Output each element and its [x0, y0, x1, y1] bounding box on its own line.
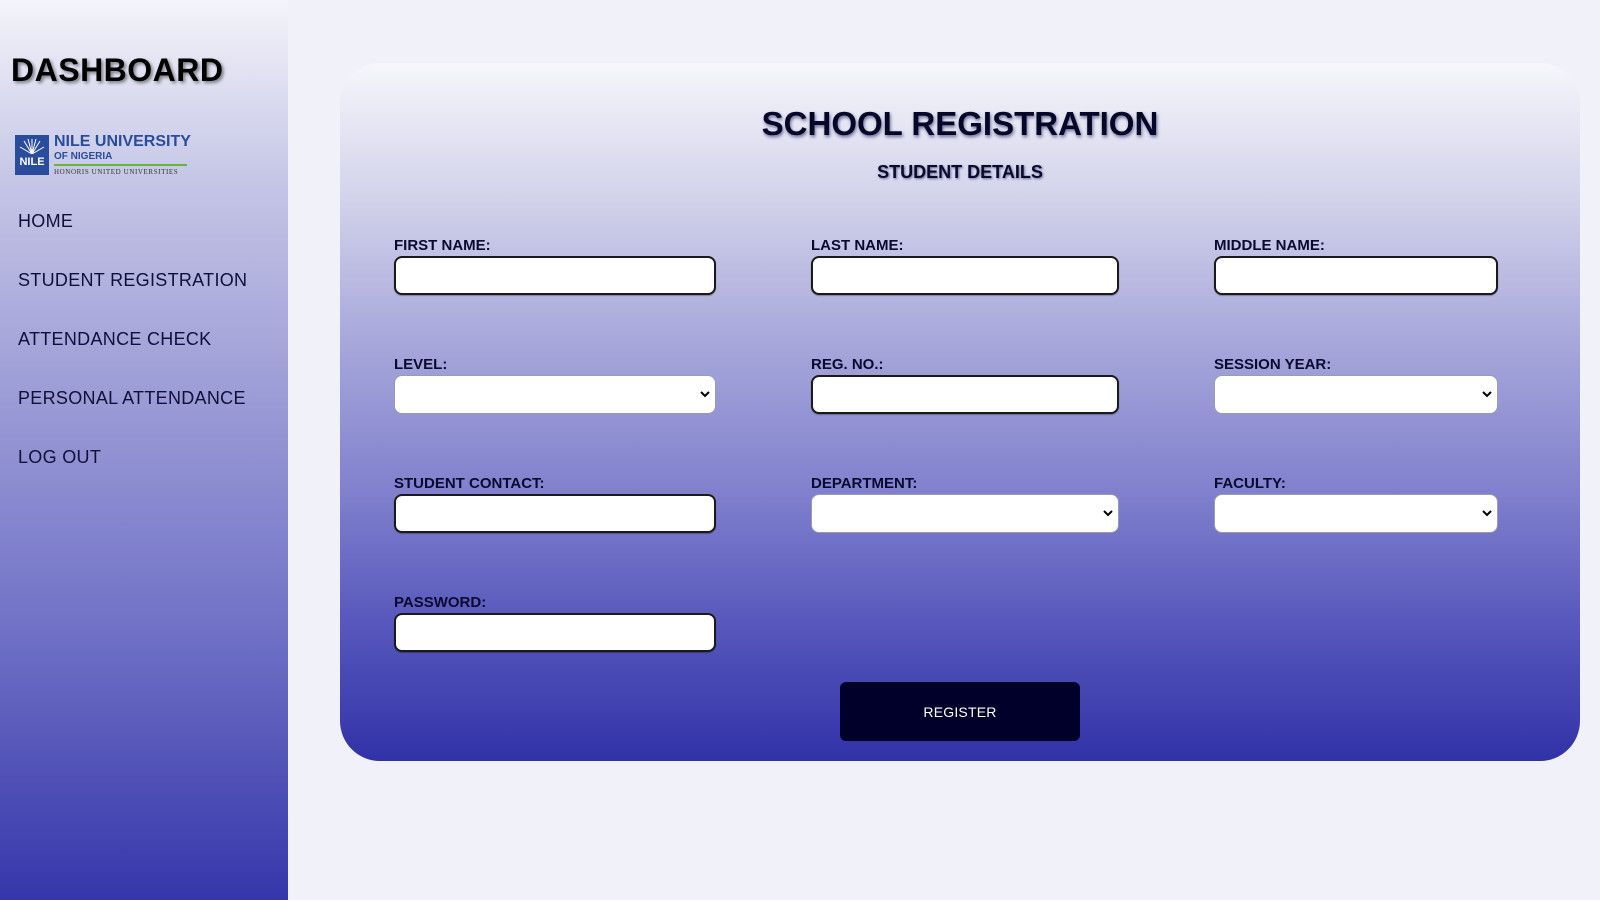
nav-item-log-out[interactable]: LOG OUT: [18, 447, 247, 506]
last-name-field-group: LAST NAME:: [811, 237, 1119, 295]
dashboard-title: DASHBOARD: [11, 52, 224, 88]
level-select[interactable]: [394, 375, 716, 414]
student-contact-input[interactable]: [394, 494, 716, 533]
faculty-label: FACULTY:: [1214, 475, 1286, 492]
password-field-group: PASSWORD:: [394, 594, 716, 652]
nav-item-home[interactable]: HOME: [18, 211, 247, 270]
chevron-down-icon: [700, 391, 710, 398]
logo-country: OF NIGERIA: [54, 151, 113, 162]
sunburst-icon: [19, 138, 45, 154]
first-name-label: FIRST NAME:: [394, 237, 491, 254]
logo-emblem: NILE: [15, 135, 49, 175]
register-button[interactable]: REGISTER: [840, 682, 1080, 741]
sidebar-nav: HOME STUDENT REGISTRATION ATTENDANCE CHE…: [18, 211, 247, 506]
level-field-group: LEVEL:: [394, 356, 716, 414]
student-contact-field-group: STUDENT CONTACT:: [394, 475, 716, 533]
page-title: SCHOOL REGISTRATION: [761, 105, 1159, 142]
chevron-down-icon: [1482, 510, 1492, 517]
reg-no-label: REG. NO.:: [811, 356, 884, 373]
logo-emblem-text: NILE: [19, 156, 45, 168]
password-input[interactable]: [394, 613, 716, 652]
faculty-select[interactable]: [1214, 494, 1498, 533]
reg-no-input[interactable]: [811, 375, 1119, 414]
nile-university-logo: NILE NILE UNIVERSITY OF NIGERIA HONORIS …: [15, 133, 191, 178]
logo-university-name: NILE UNIVERSITY: [54, 133, 191, 150]
last-name-input[interactable]: [811, 256, 1119, 295]
sidebar: DASHBOARD NILE NILE UNIVERSITY OF NIGERI…: [0, 0, 288, 900]
last-name-label: LAST NAME:: [811, 237, 904, 254]
logo-divider: [54, 164, 187, 166]
nav-item-attendance-check[interactable]: ATTENDANCE CHECK: [18, 329, 247, 388]
faculty-field-group: FACULTY:: [1214, 475, 1498, 533]
middle-name-label: MIDDLE NAME:: [1214, 237, 1325, 254]
nav-item-personal-attendance[interactable]: PERSONAL ATTENDANCE: [18, 388, 247, 447]
student-contact-label: STUDENT CONTACT:: [394, 475, 545, 492]
department-label: DEPARTMENT:: [811, 475, 918, 492]
nav-item-student-registration[interactable]: STUDENT REGISTRATION: [18, 270, 247, 329]
session-year-label: SESSION YEAR:: [1214, 356, 1332, 373]
logo-motto: HONORIS UNITED UNIVERSITIES: [54, 168, 179, 176]
chevron-down-icon: [1103, 510, 1113, 517]
section-subtitle: STUDENT DETAILS: [877, 162, 1043, 182]
department-select[interactable]: [811, 494, 1119, 533]
session-year-select[interactable]: [1214, 375, 1498, 414]
password-label: PASSWORD:: [394, 594, 487, 611]
session-year-field-group: SESSION YEAR:: [1214, 356, 1498, 414]
chevron-down-icon: [1482, 391, 1492, 398]
registration-card: SCHOOL REGISTRATION STUDENT DETAILS FIRS…: [340, 63, 1580, 761]
first-name-input[interactable]: [394, 256, 716, 295]
first-name-field-group: FIRST NAME:: [394, 237, 716, 295]
department-field-group: DEPARTMENT:: [811, 475, 1119, 533]
middle-name-field-group: MIDDLE NAME:: [1214, 237, 1498, 295]
level-label: LEVEL:: [394, 356, 448, 373]
reg-no-field-group: REG. NO.:: [811, 356, 1119, 414]
middle-name-input[interactable]: [1214, 256, 1498, 295]
